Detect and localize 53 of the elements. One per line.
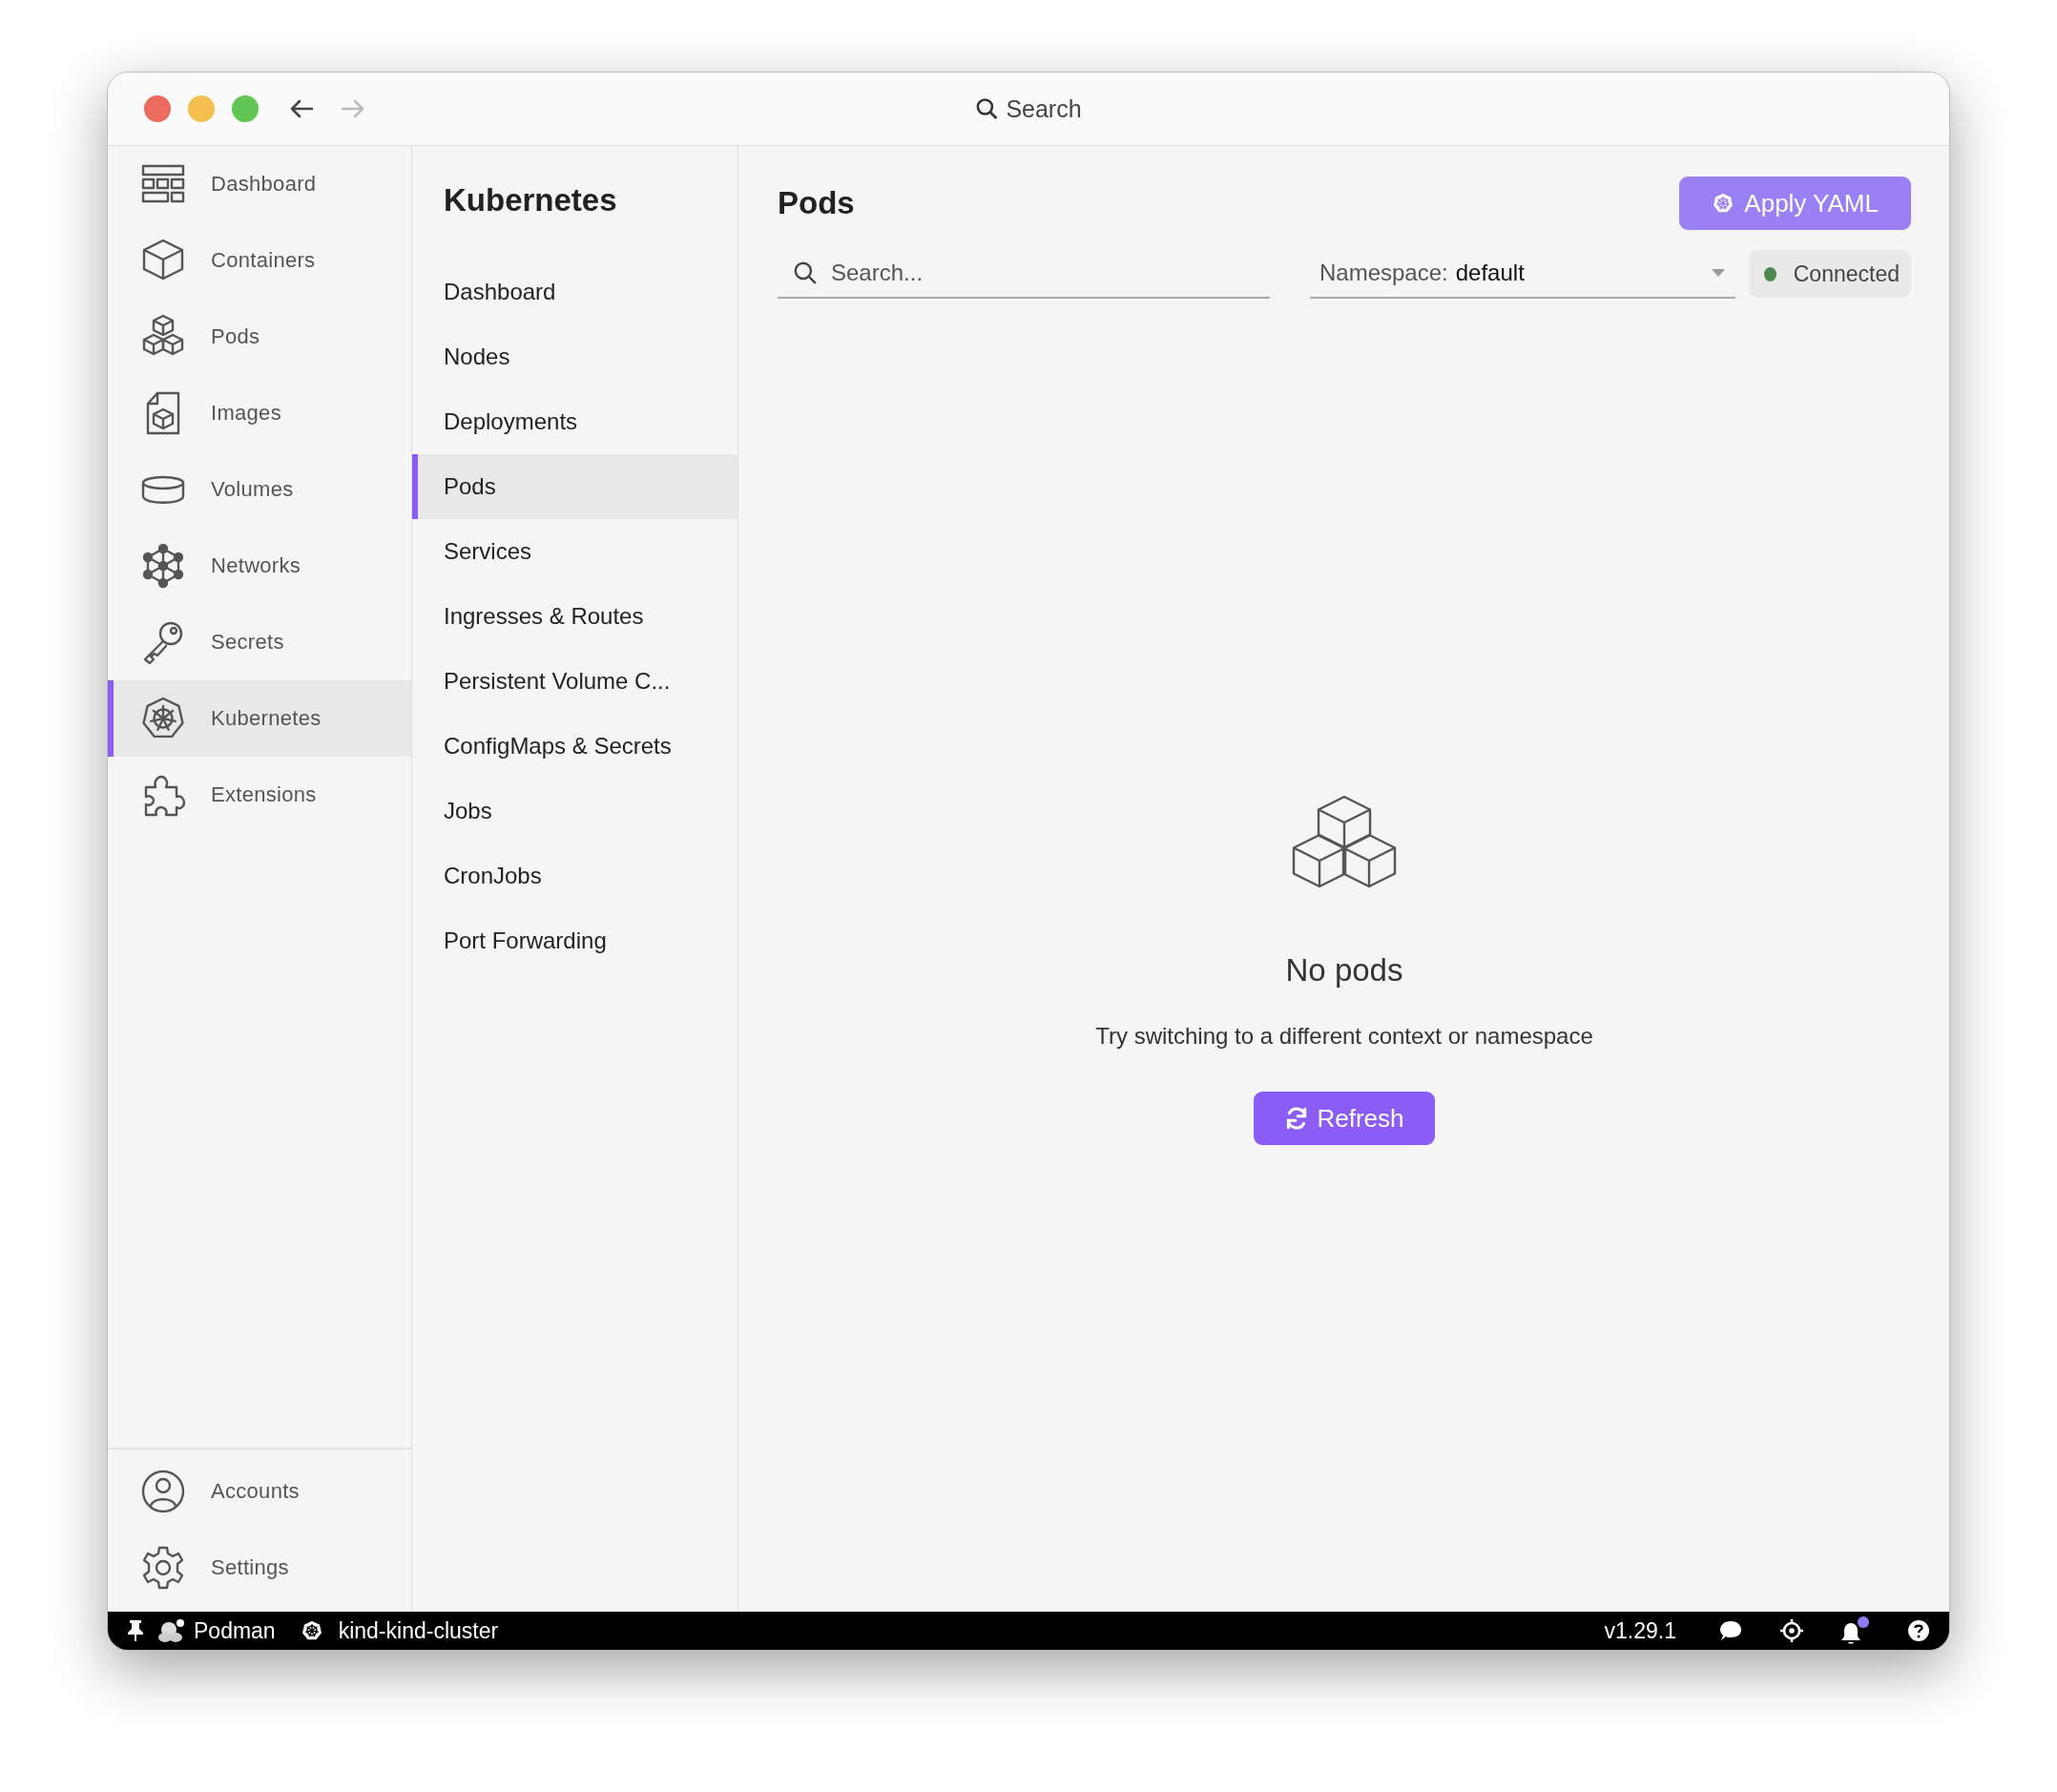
menu-item[interactable]: CronJobs bbox=[412, 844, 738, 908]
menu-item[interactable]: Ingresses & Routes bbox=[412, 584, 738, 649]
back-arrow-icon bbox=[289, 98, 314, 119]
caret-icon bbox=[1711, 268, 1726, 278]
empty-message: Try switching to a different context or namespace bbox=[1095, 1023, 1593, 1050]
refresh-button[interactable]: Refresh bbox=[1254, 1092, 1435, 1145]
namespace-dropdown[interactable]: Namespace: default bbox=[1310, 249, 1735, 299]
status-label: Connected bbox=[1793, 260, 1900, 287]
sidebar-item[interactable]: Secrets bbox=[108, 604, 411, 680]
chat-icon[interactable] bbox=[1718, 1619, 1743, 1642]
menu-item[interactable]: Nodes bbox=[412, 324, 738, 389]
network-icon bbox=[140, 543, 186, 589]
menu-item[interactable]: Persistent Volume C... bbox=[412, 649, 738, 714]
sidebar-item[interactable]: Kubernetes bbox=[108, 680, 411, 757]
account-icon bbox=[140, 1469, 186, 1514]
settings-icon bbox=[140, 1545, 186, 1591]
target-icon[interactable] bbox=[1779, 1618, 1804, 1643]
menu-item[interactable]: Deployments bbox=[412, 389, 738, 454]
sidebar-item[interactable]: Settings bbox=[108, 1530, 411, 1606]
kubernetes-icon bbox=[1712, 192, 1735, 215]
menu-item[interactable]: Pods bbox=[412, 454, 738, 519]
menu-item[interactable]: Port Forwarding bbox=[412, 908, 738, 973]
search-icon bbox=[975, 97, 999, 120]
search-icon bbox=[793, 260, 818, 285]
engine-status[interactable]: Podman bbox=[157, 1617, 276, 1644]
sidebar-item[interactable]: Accounts bbox=[108, 1453, 411, 1530]
context-status[interactable]: kind-kind-cluster bbox=[300, 1617, 499, 1644]
menu-item[interactable]: Jobs bbox=[412, 779, 738, 844]
search-button[interactable]: Search bbox=[969, 94, 1088, 124]
bell-icon bbox=[1840, 1622, 1861, 1645]
menu-item[interactable]: ConfigMaps & Secrets bbox=[412, 714, 738, 779]
notifications-button[interactable] bbox=[1840, 1616, 1869, 1645]
sidebar-item[interactable]: Extensions bbox=[108, 757, 411, 833]
seal-icon bbox=[157, 1618, 186, 1643]
sidebar-item[interactable]: Volumes bbox=[108, 451, 411, 528]
unread-badge bbox=[1858, 1616, 1869, 1628]
kubernetes-icon bbox=[300, 1619, 323, 1642]
menu-item[interactable]: Services bbox=[412, 519, 738, 584]
sidebar-item[interactable]: Containers bbox=[108, 222, 411, 299]
version-label: v1.29.1 bbox=[1604, 1617, 1676, 1644]
close-button[interactable] bbox=[144, 95, 171, 122]
help-icon[interactable] bbox=[1907, 1619, 1930, 1642]
sidebar-item[interactable]: Dashboard bbox=[108, 146, 411, 222]
empty-title: No pods bbox=[1285, 952, 1403, 989]
sidebar-item[interactable]: Networks bbox=[108, 528, 411, 604]
forward-arrow-icon bbox=[341, 98, 365, 119]
page-title: Pods bbox=[778, 185, 855, 221]
sidebar-item[interactable]: Pods bbox=[108, 299, 411, 375]
sidebar-item[interactable]: Images bbox=[108, 375, 411, 451]
menu-title: Kubernetes bbox=[443, 181, 618, 219]
menu-item[interactable]: Dashboard bbox=[412, 260, 738, 324]
pin-icon[interactable] bbox=[127, 1619, 144, 1642]
search-field[interactable]: Search... bbox=[829, 259, 1253, 287]
